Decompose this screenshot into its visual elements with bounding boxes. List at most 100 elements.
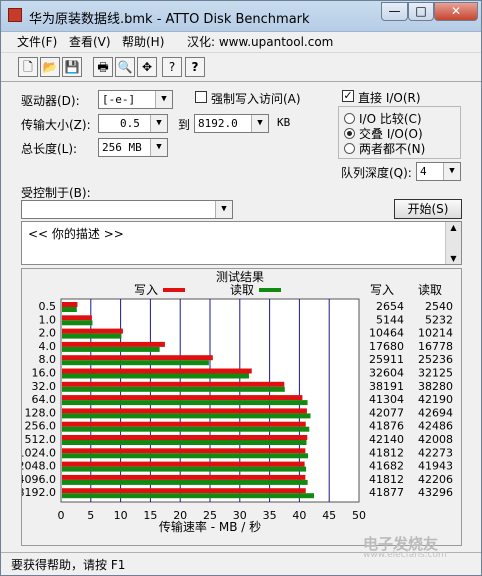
- write-value: 5144: [376, 313, 404, 326]
- chevron-down-icon: ▼: [251, 115, 268, 132]
- read-bar: [62, 453, 309, 459]
- write-bar: [62, 341, 165, 347]
- read-value: 42273: [418, 446, 453, 459]
- x-tick-label: 45: [322, 509, 336, 522]
- read-value: 38280: [418, 380, 453, 393]
- help-icon[interactable]: ?: [162, 57, 182, 77]
- write-bar: [62, 395, 303, 401]
- x-tick-label: 40: [292, 509, 306, 522]
- read-value: 43296: [418, 486, 453, 499]
- read-value: 16778: [418, 340, 453, 353]
- io-mode-group: I/O 比较(C) 交叠 I/O(O) 两者都不(N): [338, 106, 461, 159]
- io-compare-radio[interactable]: [344, 113, 355, 124]
- title-bar[interactable]: 华为原装数据线.bmk - ATTO Disk Benchmark — □ ✕: [1, 1, 481, 32]
- description-text: << 你的描述 >>: [28, 227, 124, 241]
- overlapped-io-radio[interactable]: [344, 128, 355, 139]
- write-value: 41682: [369, 460, 404, 473]
- new-document-icon[interactable]: 🗋: [18, 57, 38, 77]
- write-bar: [62, 302, 78, 307]
- chevron-down-icon: ▼: [150, 139, 167, 156]
- category-label: 8.0: [39, 353, 57, 366]
- transfer-from-select[interactable]: 0.5 ▼: [98, 114, 168, 133]
- read-bar: [62, 493, 314, 499]
- category-label: 256.0: [25, 420, 57, 433]
- status-bar: 要获得帮助，请按 F1 电子发烧友 www.elecfans.com: [1, 535, 481, 576]
- write-value: 41812: [369, 446, 404, 459]
- read-value: 42206: [418, 473, 453, 486]
- toolbar: 🗋 📂 💾 🖶 🔍 ✥ ? ?: [1, 52, 481, 82]
- open-folder-icon[interactable]: 📂: [40, 57, 60, 77]
- menu-file[interactable]: 文件(F): [17, 33, 57, 50]
- chevron-down-icon: ▼: [150, 115, 167, 132]
- read-value: 42008: [418, 433, 453, 446]
- context-help-icon[interactable]: ?: [185, 57, 205, 77]
- description-scrollbar[interactable]: ▲ ▼: [445, 222, 461, 264]
- write-value: 2654: [376, 300, 404, 313]
- save-icon[interactable]: 💾: [62, 57, 82, 77]
- total-length-value: 256 MB: [102, 141, 142, 154]
- controlled-by-label: 受控制于(B):: [21, 186, 91, 200]
- force-write-checkbox[interactable]: [195, 91, 207, 103]
- scroll-up-icon[interactable]: ▲: [446, 223, 461, 232]
- category-label: 2048.0: [22, 460, 56, 473]
- menu-help[interactable]: 帮助(H): [122, 33, 164, 50]
- read-value: 32125: [418, 367, 453, 380]
- chevron-down-icon: ▼: [443, 163, 460, 180]
- category-label: 8192.0: [22, 486, 56, 499]
- write-bar: [62, 435, 308, 440]
- read-value: 25236: [418, 353, 453, 366]
- scroll-down-icon[interactable]: ▼: [446, 254, 461, 263]
- write-value: 42140: [369, 433, 404, 446]
- description-box[interactable]: << 你的描述 >> ▲ ▼: [21, 221, 462, 265]
- force-write-label: 强制写入访问(A): [211, 92, 301, 106]
- transfer-from-value: 0.5: [120, 117, 140, 130]
- write-bar: [62, 328, 123, 334]
- watermark-url: www.elecfans.com: [363, 550, 447, 560]
- read-bar: [62, 320, 93, 326]
- menu-localization-credit[interactable]: 汉化: www.upantool.com: [187, 33, 333, 50]
- drive-select[interactable]: [-e-] ▼: [98, 90, 173, 109]
- write-bar: [62, 408, 307, 414]
- transfer-to-select[interactable]: 8192.0 ▼: [194, 114, 269, 133]
- category-label: 2.0: [39, 327, 57, 340]
- print-preview-icon[interactable]: 🔍: [115, 57, 135, 77]
- total-length-select[interactable]: 256 MB ▼: [98, 138, 168, 157]
- direct-io-checkbox[interactable]: ✓: [342, 90, 354, 102]
- controlled-by-select[interactable]: ▼: [21, 200, 233, 219]
- write-value: 41877: [369, 486, 404, 499]
- maximize-button[interactable]: □: [408, 2, 434, 21]
- results-panel: 测试结果 写入 读取 写入 读取 0.5 1.0 2.0 4.0 8.0 16.0 32.0…: [18, 268, 462, 546]
- write-column-header: 写入: [370, 283, 394, 297]
- menu-view[interactable]: 查看(V): [69, 33, 111, 50]
- category-label: 0.5: [39, 300, 57, 313]
- queue-depth-select[interactable]: 4 ▼: [416, 162, 461, 181]
- close-button[interactable]: ✕: [434, 2, 478, 21]
- read-value: 2540: [425, 300, 453, 313]
- print-icon[interactable]: 🖶: [93, 57, 113, 77]
- move-icon[interactable]: ✥: [137, 57, 157, 77]
- read-column-header: 读取: [418, 283, 442, 297]
- x-tick-label: 15: [143, 509, 157, 522]
- category-label: 4.0: [39, 340, 57, 353]
- minimize-button[interactable]: —: [381, 2, 408, 21]
- read-value: 42486: [418, 420, 453, 433]
- x-tick-label: 10: [114, 509, 128, 522]
- menu-bar: 文件(F) 查看(V) 帮助(H) 汉化: www.upantool.com: [1, 31, 481, 51]
- start-button[interactable]: 开始(S): [394, 199, 462, 219]
- read-bar: [62, 333, 122, 339]
- transfer-unit-label: KB: [277, 116, 291, 129]
- write-value: 41304: [369, 393, 404, 406]
- neither-radio[interactable]: [344, 143, 355, 154]
- transfer-to-value: 8192.0: [198, 117, 238, 130]
- results-chart: 测试结果 写入 读取 写入 读取 0.51.02.04.08.016.032.0…: [18, 269, 454, 534]
- chevron-down-icon: ▼: [215, 201, 232, 218]
- neither-label: 两者都不(N): [359, 142, 426, 156]
- read-bar: [62, 479, 308, 485]
- read-value: 41943: [418, 460, 453, 473]
- results-header: 测试结果: [216, 269, 264, 284]
- read-value: 10214: [418, 327, 453, 340]
- queue-depth-label: 队列深度(Q):: [341, 166, 412, 180]
- x-axis-label: 传输速率 - MB / 秒: [159, 519, 261, 534]
- x-tick-label: 0: [58, 509, 65, 522]
- legend-write-label: 写入: [134, 283, 158, 297]
